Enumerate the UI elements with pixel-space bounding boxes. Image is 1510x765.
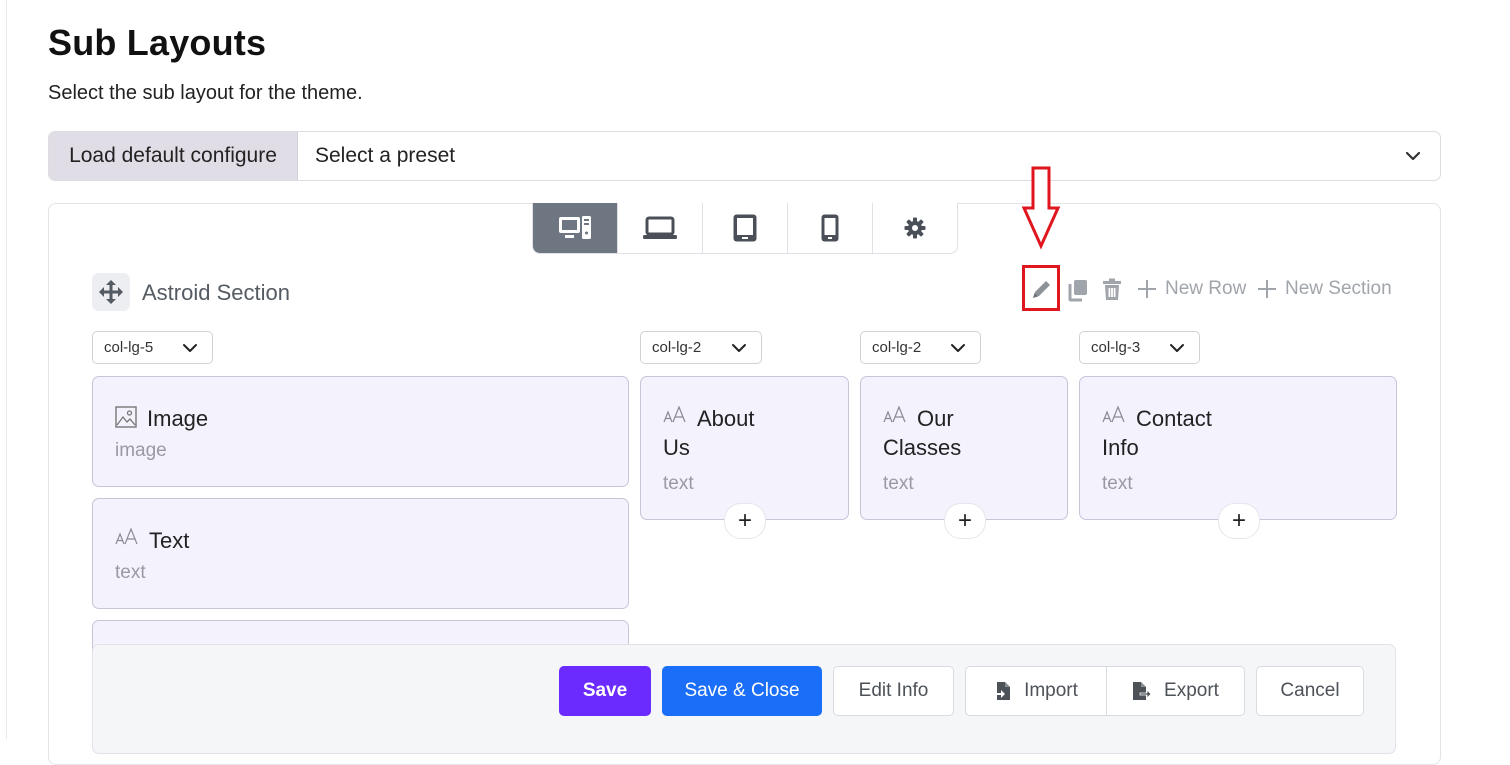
pencil-icon: [1033, 281, 1050, 298]
edit-section-button[interactable]: [1031, 278, 1053, 300]
element-title: Contact: [1136, 406, 1212, 431]
element-title: Image: [147, 406, 209, 431]
chevron-down-icon: [951, 344, 965, 352]
add-element-button[interactable]: +: [944, 503, 986, 539]
device-laptop-button[interactable]: [618, 203, 703, 253]
element-card-about-us[interactable]: About Us text: [640, 376, 849, 520]
element-title: Our: [917, 406, 954, 431]
device-desktop-button[interactable]: [533, 203, 618, 253]
device-switcher: [532, 203, 958, 254]
column-size-value: col-lg-2: [872, 339, 922, 356]
import-label: Import: [1024, 680, 1078, 701]
element-title-line2: Info: [1102, 435, 1139, 460]
file-import-icon: [994, 682, 1011, 700]
element-card-our-classes[interactable]: Our Classes text: [860, 376, 1068, 520]
mobile-icon: [821, 214, 839, 242]
element-title-line2: Classes: [883, 435, 962, 460]
device-tablet-button[interactable]: [703, 203, 788, 253]
delete-section-button[interactable]: [1101, 278, 1123, 302]
import-button[interactable]: Import: [966, 667, 1107, 715]
save-and-close-button[interactable]: Save & Close: [662, 666, 822, 716]
column-size-select[interactable]: col-lg-2: [640, 331, 762, 364]
page-subtitle: Select the sub layout for the theme.: [48, 82, 363, 104]
laptop-icon: [643, 216, 677, 239]
column-size-value: col-lg-5: [104, 339, 154, 356]
section-name: Astroid Section: [142, 280, 290, 305]
column-size-value: col-lg-3: [1091, 339, 1141, 356]
plus-icon: [1138, 280, 1156, 298]
section-move-handle[interactable]: [92, 273, 130, 311]
element-type: image: [115, 440, 167, 461]
plus-icon: [1258, 280, 1276, 298]
chevron-down-icon: [732, 344, 746, 352]
preset-select[interactable]: Select a preset: [298, 132, 1440, 180]
add-element-button[interactable]: +: [1218, 503, 1260, 539]
device-mobile-button[interactable]: [788, 203, 873, 253]
element-title: About: [697, 406, 755, 431]
export-button[interactable]: Export: [1107, 667, 1244, 715]
cancel-button[interactable]: Cancel: [1256, 666, 1364, 716]
move-arrows-icon: [99, 280, 123, 304]
file-export-icon: [1133, 682, 1152, 700]
text-size-icon: [663, 406, 686, 423]
column-size-select[interactable]: col-lg-3: [1079, 331, 1200, 364]
window-edge: [0, 0, 7, 739]
element-type: text: [115, 562, 146, 583]
preset-input-group: Load default configure Select a preset: [48, 131, 1441, 181]
text-size-icon: [115, 528, 138, 545]
import-export-group: Import Export: [965, 666, 1245, 716]
element-card-contact-info[interactable]: Contact Info text: [1079, 376, 1397, 520]
column-size-select[interactable]: col-lg-2: [860, 331, 981, 364]
desktop-icon: [559, 216, 591, 239]
trash-icon: [1103, 278, 1121, 300]
save-button[interactable]: Save: [559, 666, 651, 716]
element-card-image[interactable]: Image image: [92, 376, 629, 487]
edit-info-button[interactable]: Edit Info: [833, 666, 954, 716]
element-type: text: [663, 473, 694, 494]
element-type: text: [1102, 473, 1133, 494]
element-title: Text: [149, 528, 190, 553]
gear-icon: [904, 217, 926, 239]
add-element-button[interactable]: +: [724, 503, 766, 539]
copy-icon: [1068, 280, 1087, 302]
new-row-label: New Row: [1165, 278, 1247, 299]
text-size-icon: [883, 406, 906, 423]
device-settings-button[interactable]: [873, 203, 957, 253]
new-section-label: New Section: [1285, 278, 1392, 299]
page-title: Sub Layouts: [48, 22, 267, 63]
image-icon: [115, 406, 137, 428]
chevron-down-icon: [183, 344, 197, 352]
new-section-button[interactable]: New Section: [1257, 278, 1392, 300]
tablet-icon: [733, 214, 757, 242]
load-default-configure-label: Load default configure: [49, 132, 298, 180]
new-row-button[interactable]: New Row: [1137, 278, 1246, 300]
element-type: text: [883, 473, 914, 494]
text-size-icon: [1102, 406, 1125, 423]
column-size-select[interactable]: col-lg-5: [92, 331, 213, 364]
preset-select-value: Select a preset: [315, 144, 456, 167]
duplicate-section-button[interactable]: [1067, 278, 1089, 302]
chevron-down-icon: [1170, 344, 1184, 352]
column-size-value: col-lg-2: [652, 339, 702, 356]
chevron-down-icon: [1405, 151, 1421, 161]
element-title-line2: Us: [663, 435, 690, 460]
export-label: Export: [1164, 680, 1219, 701]
red-annotation-arrow: [1021, 166, 1061, 250]
element-card-text[interactable]: Text text: [92, 498, 629, 609]
